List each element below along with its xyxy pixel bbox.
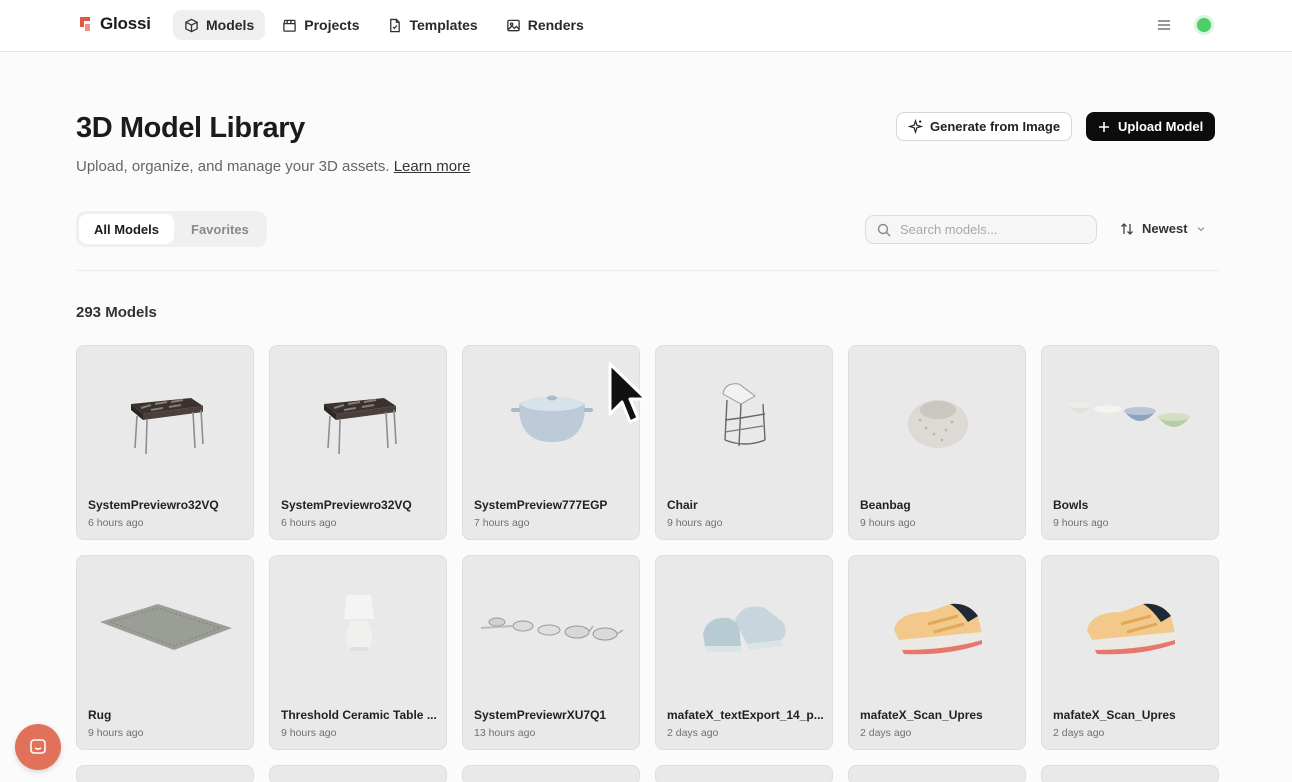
model-card-partial[interactable] — [1041, 765, 1219, 782]
filter-divider — [76, 270, 1219, 271]
plus-icon — [1099, 121, 1109, 132]
subtitle-text: Upload, organize, and manage your 3D ass… — [76, 158, 390, 175]
search-input[interactable] — [900, 222, 1080, 237]
model-name: SystemPreviewro32VQ — [88, 498, 219, 512]
nav-label: Templates — [409, 17, 478, 33]
model-time: 9 hours ago — [88, 727, 144, 739]
chat-icon — [30, 739, 46, 754]
model-time: 9 hours ago — [667, 517, 723, 529]
chevron-down-icon — [1197, 226, 1204, 231]
model-name: mafateX_Scan_Upres — [860, 708, 983, 722]
page-title: 3D Model Library — [76, 112, 305, 144]
model-thumbnail — [463, 556, 639, 701]
mouse-cursor-icon — [608, 362, 648, 424]
model-name: Bowls — [1053, 498, 1089, 512]
nav-label: Projects — [304, 17, 360, 33]
nav-item-models[interactable]: Models — [173, 10, 266, 40]
model-name: mafateX_Scan_Upres — [1053, 708, 1176, 722]
model-name: SystemPreviewrXU7Q1 — [474, 708, 607, 722]
model-time: 2 days ago — [1053, 727, 1105, 739]
model-name: mafateX_textExport_14_p... — [667, 708, 824, 722]
hamburger-menu-icon[interactable] — [1156, 18, 1172, 32]
model-thumbnail — [849, 556, 1025, 701]
model-name: Rug — [88, 708, 112, 722]
image-icon — [506, 19, 520, 31]
model-name: Threshold Ceramic Table ... — [281, 708, 437, 722]
model-card[interactable]: SystemPreviewrXU7Q1 13 hours ago — [462, 555, 640, 750]
model-name: Beanbag — [860, 498, 911, 512]
clapper-icon — [283, 19, 297, 32]
model-card[interactable]: Chair 9 hours ago — [655, 345, 833, 540]
model-time: 9 hours ago — [1053, 517, 1109, 529]
model-time: 6 hours ago — [281, 517, 337, 529]
model-card[interactable]: SystemPreviewro32VQ 6 hours ago — [269, 345, 447, 540]
sort-label: Newest — [1142, 221, 1188, 236]
model-time: 6 hours ago — [88, 517, 144, 529]
model-time: 13 hours ago — [474, 727, 536, 739]
model-card[interactable]: mafateX_textExport_14_p... 2 days ago — [655, 555, 833, 750]
search-box — [865, 215, 1097, 244]
model-thumbnail — [270, 346, 446, 491]
model-card-partial[interactable] — [269, 765, 447, 782]
model-thumbnail — [1042, 556, 1218, 701]
learn-more-link[interactable]: Learn more — [394, 158, 471, 175]
model-card-partial[interactable] — [655, 765, 833, 782]
model-time: 9 hours ago — [860, 517, 916, 529]
upload-model-button[interactable]: Upload Model — [1086, 112, 1216, 141]
file-icon — [390, 18, 401, 32]
model-card-partial[interactable] — [848, 765, 1026, 782]
model-card[interactable]: mafateX_Scan_Upres 2 days ago — [1041, 555, 1219, 750]
tab-favorites[interactable]: Favorites — [176, 214, 264, 244]
sort-dropdown[interactable]: Newest — [1120, 221, 1206, 236]
model-card[interactable]: Beanbag 9 hours ago — [848, 345, 1026, 540]
generate-from-image-button[interactable]: Generate from Image — [896, 112, 1073, 141]
model-filter-tabs: All Models Favorites — [76, 211, 267, 247]
model-thumbnail — [77, 346, 253, 491]
model-thumbnail — [1042, 346, 1218, 491]
model-time: 2 days ago — [667, 727, 719, 739]
sparkle-icon — [908, 119, 923, 134]
sort-arrows-icon — [1121, 222, 1133, 235]
model-thumbnail — [656, 556, 832, 701]
model-time: 2 days ago — [860, 727, 912, 739]
tab-all-models[interactable]: All Models — [79, 214, 175, 244]
glossi-logo-icon — [80, 17, 90, 31]
nav-item-templates[interactable]: Templates — [376, 10, 488, 40]
nav-label: Renders — [527, 17, 584, 33]
model-card[interactable]: Bowls 9 hours ago — [1041, 345, 1219, 540]
upload-label: Upload Model — [1118, 119, 1204, 134]
status-indicator[interactable] — [1197, 18, 1211, 32]
generate-label: Generate from Image — [930, 119, 1061, 134]
model-card[interactable]: SystemPreviewro32VQ 6 hours ago — [76, 345, 254, 540]
model-thumbnail — [77, 556, 253, 701]
model-name: Chair — [667, 498, 698, 512]
model-card-partial[interactable] — [76, 765, 254, 782]
main-nav: Models Projects Templates Renders — [173, 10, 595, 40]
model-thumbnail — [270, 556, 446, 701]
chat-support-button[interactable] — [15, 724, 61, 770]
brand[interactable]: Glossi — [78, 14, 151, 34]
model-name: SystemPreview777EGP — [474, 498, 608, 512]
model-card[interactable]: Threshold Ceramic Table ... 9 hours ago — [269, 555, 447, 750]
brand-name: Glossi — [100, 14, 151, 33]
model-card-partial[interactable] — [462, 765, 640, 782]
model-name: SystemPreviewro32VQ — [281, 498, 412, 512]
top-nav: Glossi Models Projects Templates Renders — [0, 0, 1292, 52]
cube-icon — [185, 18, 198, 32]
nav-item-renders[interactable]: Renders — [495, 10, 595, 40]
nav-label: Models — [206, 17, 255, 33]
model-thumbnail — [656, 346, 832, 491]
model-thumbnail — [849, 346, 1025, 491]
model-count: 293 Models — [76, 304, 157, 321]
model-time: 7 hours ago — [474, 517, 530, 529]
model-card[interactable]: Rug 9 hours ago — [76, 555, 254, 750]
page-subtitle: Upload, organize, and manage your 3D ass… — [76, 158, 470, 175]
model-card[interactable]: mafateX_Scan_Upres 2 days ago — [848, 555, 1026, 750]
search-icon — [877, 223, 891, 236]
nav-item-projects[interactable]: Projects — [271, 10, 370, 40]
model-time: 9 hours ago — [281, 727, 337, 739]
